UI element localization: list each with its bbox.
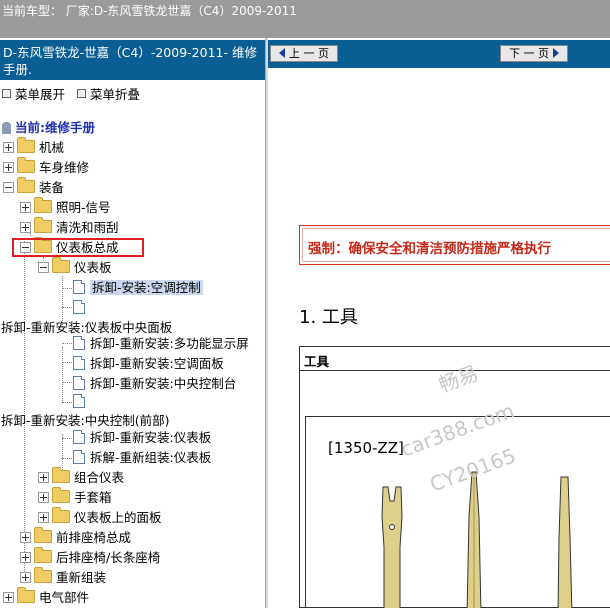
- tree-leaf-dashboard-remove[interactable]: 拆卸-重新安装:仪表板: [73, 428, 211, 448]
- folder-icon: [34, 547, 52, 563]
- tree-node-body-repair[interactable]: 车身维修: [3, 157, 89, 178]
- folder-open-icon: [52, 257, 70, 273]
- tree-leaf-multifunction-display[interactable]: 拆卸-重新安装:多功能显示屏: [73, 334, 249, 354]
- arrow-left-icon: [279, 48, 285, 58]
- prev-page-button[interactable]: 上 一 页: [270, 45, 338, 62]
- document-icon: [73, 376, 85, 390]
- collapse-icon[interactable]: [3, 182, 14, 193]
- warning-text: 强制：确保安全和清洁预防措施严格执行: [308, 241, 551, 257]
- tree-leaf-empty[interactable]: [73, 298, 90, 318]
- document-icon: [73, 430, 85, 444]
- folder-icon: [34, 527, 52, 543]
- tree-leaf-empty-2[interactable]: [73, 392, 90, 412]
- menu-controls: 菜单展开 菜单折叠: [2, 84, 148, 103]
- folder-icon: [34, 217, 52, 233]
- tool-illustration: [1350-ZZ]: [305, 416, 610, 608]
- folder-icon: [34, 197, 52, 213]
- folder-icon: [17, 137, 35, 153]
- tree-node-machinery[interactable]: 机械: [3, 137, 64, 158]
- current-manual[interactable]: 当前:维修手册: [2, 118, 95, 138]
- highlight-box: [12, 238, 144, 257]
- expand-icon[interactable]: [3, 592, 14, 603]
- left-panel: D-东风雪铁龙-世嘉（C4）-2009-2011- 维修手册. 菜单展开 菜单折…: [0, 38, 265, 608]
- tree-leaf-ac-control[interactable]: 拆卸-安装:空调控制: [73, 278, 203, 298]
- folder-icon: [52, 487, 70, 503]
- tree-node-dashboard[interactable]: 仪表板: [38, 257, 112, 278]
- expand-icon[interactable]: [20, 552, 31, 563]
- expand-icon[interactable]: [38, 512, 49, 523]
- tree-node-rear-seats[interactable]: 后排座椅/长条座椅: [20, 547, 160, 568]
- tree-node-glove-box[interactable]: 手套箱: [38, 487, 112, 508]
- manual-title-bar: D-东风雪铁龙-世嘉（C4）-2009-2011- 维修手册.: [0, 40, 265, 80]
- tree-node-reassembly[interactable]: 重新组装: [20, 567, 106, 588]
- expand-icon[interactable]: [3, 162, 14, 173]
- tree-node-lighting[interactable]: 照明-信号: [20, 197, 111, 218]
- tree-node-equipment[interactable]: 装备: [3, 177, 64, 198]
- manual-title: D-东风雪铁龙-世嘉（C4）-2009-2011- 维修手册.: [3, 45, 257, 77]
- top-bar: 当前车型： 厂家:D-东风雪铁龙世嘉（C4）2009-2011: [0, 0, 610, 38]
- document-icon: [73, 356, 85, 370]
- tree-node-electrical[interactable]: 电气部件: [3, 587, 89, 608]
- menu-collapse-button[interactable]: 菜单折叠: [77, 87, 144, 102]
- expand-icon[interactable]: [20, 572, 31, 583]
- next-page-button[interactable]: 下 一 页: [500, 45, 568, 62]
- collapse-icon[interactable]: [38, 262, 49, 273]
- folder-icon: [52, 467, 70, 483]
- folder-open-icon: [17, 177, 35, 193]
- arrow-right-icon: [553, 48, 559, 58]
- folder-icon: [17, 587, 35, 603]
- document-icon: [73, 336, 85, 350]
- page-nav-bar: 上 一 页 下 一 页: [268, 40, 610, 68]
- folder-icon: [34, 567, 52, 583]
- expand-icon[interactable]: [20, 202, 31, 213]
- expand-icon[interactable]: [20, 222, 31, 233]
- square-icon: [77, 89, 86, 98]
- document-icon: [73, 394, 85, 408]
- tools-table: 工具 [1350-ZZ]: [299, 346, 610, 608]
- tool-drawing: [381, 471, 573, 608]
- expand-icon[interactable]: [20, 532, 31, 543]
- tree-node-front-seats[interactable]: 前排座椅总成: [20, 527, 131, 548]
- tree-node-washer-wiper[interactable]: 清洗和雨刮: [20, 217, 119, 238]
- tree-leaf-center-console[interactable]: 拆卸-重新安装:中央控制台: [73, 374, 236, 394]
- tree-node-dashboard-panels[interactable]: 仪表板上的面板: [38, 507, 162, 528]
- document-icon: [73, 450, 85, 464]
- warning-box: 强制：确保安全和清洁预防措施严格执行: [299, 225, 610, 265]
- expand-icon[interactable]: [38, 492, 49, 503]
- menu-expand-button[interactable]: 菜单展开: [2, 87, 69, 102]
- tree-node-instrument-cluster[interactable]: 组合仪表: [38, 467, 124, 488]
- folder-icon: [52, 507, 70, 523]
- folder-icon: [17, 157, 35, 173]
- tree-leaf-ac-panel[interactable]: 拆卸-重新安装:空调面板: [73, 354, 224, 374]
- expand-icon[interactable]: [3, 142, 14, 153]
- manual-icon: [2, 122, 11, 134]
- square-icon: [2, 89, 11, 98]
- section-title: 1. 工具: [299, 307, 358, 328]
- vehicle-model-label: 当前车型： 厂家:D-东风雪铁龙世嘉（C4）2009-2011: [2, 4, 297, 18]
- expand-icon[interactable]: [38, 472, 49, 483]
- document-icon: [73, 280, 85, 294]
- tools-table-header: 工具: [300, 347, 610, 371]
- document-icon: [73, 300, 85, 314]
- content-panel: 上 一 页 下 一 页 强制：确保安全和清洁预防措施严格执行 1. 工具 工具 …: [268, 38, 610, 608]
- tree-leaf-dashboard-disassemble[interactable]: 拆解-重新组装:仪表板: [73, 448, 211, 468]
